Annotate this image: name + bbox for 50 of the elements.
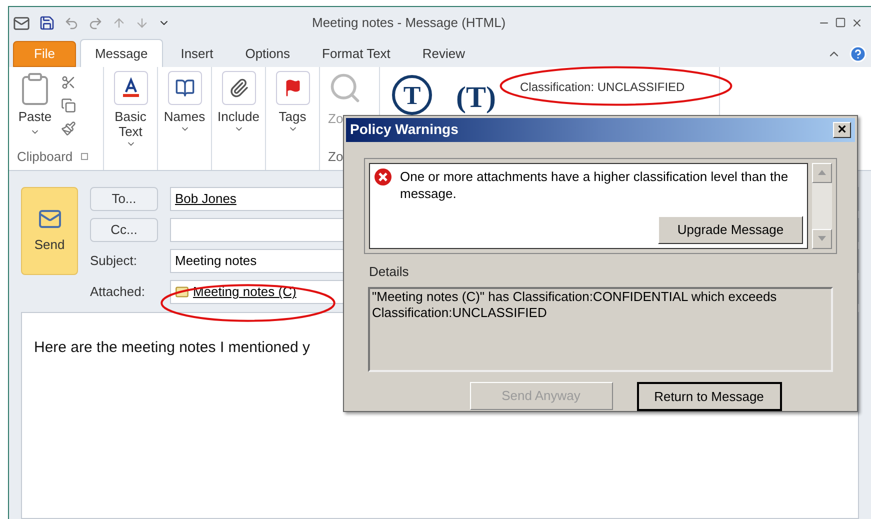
- format-painter-icon[interactable]: [61, 121, 76, 136]
- ribbon-button[interactable]: Include: [218, 109, 260, 124]
- ribbon-tab[interactable]: Message: [80, 39, 163, 67]
- ribbon-button[interactable]: Basic Text: [104, 109, 157, 139]
- dialog-title: Policy Warnings: [350, 120, 458, 140]
- window-title: Meeting notes - Message (HTML): [312, 14, 506, 32]
- scroll-up-icon[interactable]: [812, 162, 832, 183]
- error-icon: [374, 168, 392, 186]
- copy-icon[interactable]: [61, 98, 76, 113]
- dialog-close-button[interactable]: ×: [833, 122, 851, 138]
- ribbon-tab[interactable]: Format Text: [308, 41, 404, 67]
- scroll-down-icon[interactable]: [812, 228, 832, 249]
- redo-icon[interactable]: [88, 16, 103, 30]
- classification-label: Classification: UNCLASSIFIED: [520, 81, 685, 94]
- ribbon-icon-frame[interactable]: [222, 71, 256, 105]
- body-text: Here are the meeting notes I mentioned y: [34, 339, 310, 356]
- upgrade-message-button[interactable]: Upgrade Message: [658, 216, 803, 244]
- group-label: Clipboard: [17, 148, 73, 166]
- ribbon-tab[interactable]: Review: [408, 41, 480, 67]
- address-book-icon: [174, 78, 194, 98]
- ribbon-icon-frame[interactable]: [114, 71, 148, 105]
- restore-icon[interactable]: [835, 17, 846, 28]
- group-label: Zo: [328, 148, 344, 166]
- help-icon[interactable]: [849, 45, 867, 63]
- details-label: Details: [369, 262, 410, 281]
- ribbon-button[interactable]: Names: [164, 109, 206, 124]
- details-box: "Meeting notes (C)" has Classification:CONFIDENTIAL which exceeds Classification:UNCLASSIFIED: [368, 287, 833, 372]
- undo-icon[interactable]: [64, 16, 79, 30]
- send-button[interactable]: Send: [21, 187, 78, 275]
- subject-label: Subject:: [90, 252, 138, 270]
- ribbon-tab[interactable]: Options: [231, 41, 304, 67]
- ribbon-icon-frame[interactable]: [168, 71, 202, 105]
- dialog-button[interactable]: Return to Message: [636, 382, 782, 411]
- close-icon[interactable]: [851, 17, 863, 29]
- to-button[interactable]: To...: [90, 187, 158, 211]
- save-icon[interactable]: [39, 15, 55, 31]
- dialog-launcher-icon[interactable]: [80, 152, 88, 160]
- logo-icon: (T): [456, 75, 496, 120]
- cc-button[interactable]: Cc...: [90, 218, 158, 242]
- attached-label: Attached:: [90, 283, 146, 302]
- warning-message: One or more attachments have a higher classification level than the message.: [400, 168, 790, 202]
- scrollbar[interactable]: [812, 162, 832, 249]
- cut-icon[interactable]: [61, 75, 76, 90]
- flag-icon: [284, 79, 302, 97]
- ribbon-tab[interactable]: Insert: [166, 41, 228, 67]
- ribbon-icon-frame[interactable]: [276, 71, 310, 105]
- ribbon-button[interactable]: Tags: [278, 109, 306, 124]
- paperclip-icon: [228, 78, 248, 98]
- message-icon[interactable]: [13, 14, 30, 32]
- paste-button[interactable]: Paste: [17, 71, 53, 146]
